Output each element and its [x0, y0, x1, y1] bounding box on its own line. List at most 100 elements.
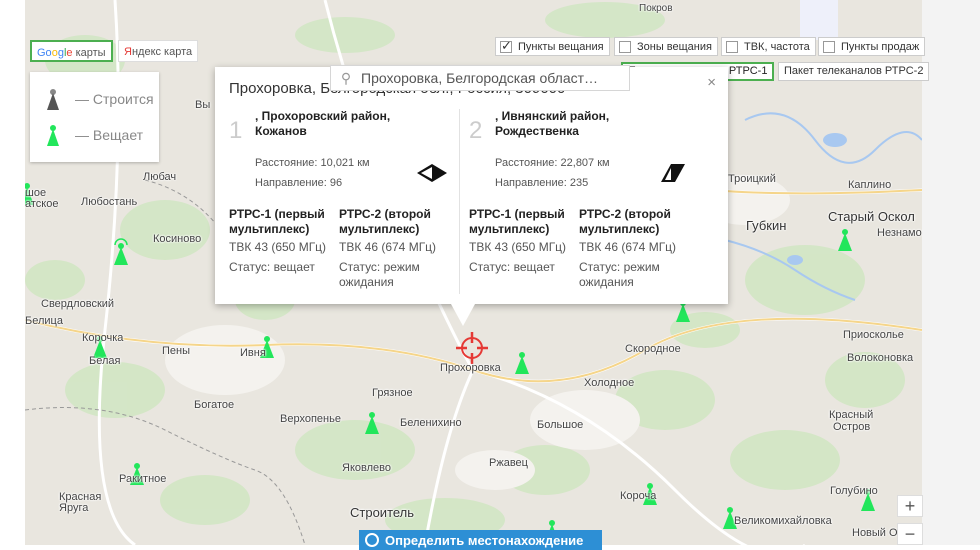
google-maps-label: карты: [72, 47, 106, 59]
place-label: Любач: [143, 171, 177, 183]
locate-me-button[interactable]: Определить местонахождение: [359, 530, 602, 550]
google-logo-g: Go: [37, 47, 52, 59]
checkbox[interactable]: [619, 40, 631, 53]
tower-green-icon[interactable]: [111, 238, 131, 266]
legend-item-building: — Строится: [45, 86, 154, 112]
google-maps-button[interactable]: Google карты: [30, 40, 113, 62]
station-number: 1: [229, 117, 243, 144]
place-label: Вы: [195, 99, 211, 111]
mux-frequency: ТВК 46 (674 МГц): [339, 240, 437, 254]
place-label: Ржавец: [489, 457, 528, 469]
mux-rtrs2: РТРС-2 (второй мультиплекс) ТВК 46 (674 …: [339, 207, 447, 290]
layer-toggle-sales-points[interactable]: Пункты продаж: [818, 37, 926, 56]
station-card-1[interactable]: 1 , Прохоровский район, Кожанов Расстоян…: [229, 107, 467, 297]
mux-status: Статус: режим ожидания: [339, 260, 420, 289]
checkbox[interactable]: [726, 40, 738, 53]
place-label: Ракитное: [119, 473, 167, 485]
close-icon[interactable]: ×: [707, 74, 716, 91]
yandex-maps-button[interactable]: Яндекс карта: [118, 40, 199, 62]
mux-name: РТРС-2 (второй мультиплекс): [339, 207, 431, 236]
layer-label: Пункты продаж: [841, 40, 920, 53]
place-label: Великомихайловка: [734, 515, 832, 527]
place-label: Белица: [25, 315, 63, 327]
station-distance: Расстояние: 22,807 км: [495, 157, 610, 169]
tower-green-icon[interactable]: [512, 347, 532, 375]
place-label: Троицкий: [728, 173, 776, 185]
place-label: Яковлево: [342, 462, 391, 474]
layer-label: ТВК, частота: [744, 40, 810, 53]
station-direction: Направление: 235: [495, 177, 589, 189]
mux-rtrs2: РТРС-2 (второй мультиплекс) ТВК 46 (674 …: [579, 207, 687, 290]
checkbox[interactable]: [500, 38, 512, 54]
tower-green-icon[interactable]: [362, 407, 382, 435]
place-label: Корочка: [82, 332, 124, 344]
place-label: Большое: [537, 419, 584, 431]
search-input[interactable]: [361, 70, 621, 86]
mux-frequency: ТВК 43 (650 МГц): [469, 240, 567, 254]
legend-label: — Строится: [75, 91, 154, 107]
place-label: Волоконовка: [847, 352, 914, 364]
station-card-2[interactable]: 2 , Ивнянский район, Рождественка Рассто…: [469, 107, 707, 297]
popup-pointer: [451, 304, 475, 326]
place-label: Приоскольe: [843, 329, 904, 341]
place-label: Свердловский: [41, 298, 115, 310]
place-label: Прохоровка: [440, 362, 501, 374]
locate-label: Определить местонахождение: [385, 532, 584, 548]
place-label: атское: [25, 198, 59, 210]
place-label: Покров: [639, 3, 673, 14]
tower-green-icon: [47, 125, 59, 146]
place-label: Верхопенье: [280, 413, 341, 425]
place-label: Грязное: [372, 387, 413, 399]
layer-toggle-broadcast-zones[interactable]: Зоны вещания: [614, 37, 718, 56]
place-label: Короча: [620, 490, 657, 502]
station-distance: Расстояние: 10,021 км: [255, 157, 370, 169]
place-label: Пены: [162, 345, 191, 357]
layer-toggle-tvk-frequency[interactable]: ТВК, частота: [721, 37, 816, 56]
yandex-maps-label: ндекс карта: [131, 46, 193, 58]
legend-item-broadcasting: — Вещает: [45, 122, 143, 148]
layer-label: Пункты вещания: [518, 40, 604, 53]
map-legend: — Строится — Вещает: [30, 72, 159, 162]
layer-label: Зоны вещания: [637, 40, 712, 53]
station-name: , Прохоровский район, Кожанов: [255, 109, 391, 138]
place-label: Красная Яруга: [59, 491, 102, 514]
location-marker-icon: [456, 332, 488, 364]
place-label: Белая: [89, 355, 121, 367]
station-name: , Ивнянский район, Рождественка: [495, 109, 610, 138]
background-tab: [800, 0, 838, 40]
place-label: Косиново: [153, 233, 202, 245]
zoom-in-button[interactable]: +: [897, 495, 923, 517]
mux-frequency: ТВК 46 (674 МГц): [579, 240, 677, 254]
place-label: Незнамо: [877, 227, 922, 239]
mux-frequency: ТВК 43 (650 МГц): [229, 240, 327, 254]
place-label: Любостань: [81, 196, 138, 208]
station-info-popup: Прохоровка, Белгородская обл., Россия, 3…: [215, 67, 728, 326]
mux-name: РТРС-2 (второй мультиплекс): [579, 207, 671, 236]
search-box[interactable]: ⚲: [330, 65, 630, 91]
mux-status: Статус: режим ожидания: [579, 260, 660, 289]
checkbox[interactable]: [823, 40, 835, 53]
place-label: Остров: [833, 421, 871, 433]
mux-status: Статус: вещает: [469, 260, 555, 274]
place-label: Губкин: [746, 218, 787, 233]
package-rtrs2-tab[interactable]: Пакет телеканалов РТРС-2: [778, 62, 930, 81]
station-direction: Направление: 96: [255, 177, 343, 189]
place-label: Голубино: [830, 485, 878, 497]
mux-rtrs1: РТРС-1 (первый мультиплекс) ТВК 43 (650 …: [469, 207, 577, 275]
zoom-out-button[interactable]: −: [897, 523, 923, 545]
layer-toggle-broadcast-points[interactable]: Пункты вещания: [495, 37, 610, 56]
place-label: Ивня: [240, 347, 266, 359]
place-label: Богатое: [194, 399, 235, 411]
place-label: Строитель: [350, 505, 415, 520]
place-label: Беленихино: [400, 417, 462, 429]
place-label: Новый О: [852, 527, 898, 539]
tower-gray-icon: [47, 89, 59, 110]
place-label: Холодное: [584, 377, 635, 389]
search-icon: ⚲: [340, 69, 352, 86]
place-label: Каплино: [848, 179, 892, 191]
place-label: Красный: [829, 409, 874, 421]
mux-name: РТРС-1 (первый мультиплекс): [469, 207, 565, 236]
yandex-logo-y: Я: [124, 46, 132, 58]
right-gutter: [922, 0, 980, 545]
tower-green-icon[interactable]: [835, 224, 855, 252]
